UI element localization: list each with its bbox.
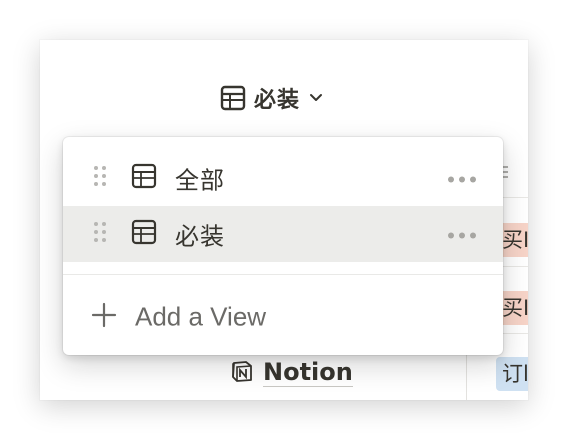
table-icon <box>220 85 246 111</box>
drag-handle-icon[interactable] <box>93 220 107 248</box>
add-view-button[interactable]: Add a View <box>63 289 503 345</box>
menu-item-view-required[interactable]: 必装 <box>63 206 503 262</box>
view-name: 必装 <box>175 222 225 251</box>
notion-link-text: Notion <box>263 358 353 387</box>
plus-icon <box>91 302 117 332</box>
notion-logo-icon <box>230 359 254 387</box>
current-view-label: 必装 <box>254 88 301 113</box>
menu-divider <box>63 274 503 275</box>
drag-handle-icon[interactable] <box>93 164 107 192</box>
table-icon <box>131 163 157 193</box>
more-horizontal-icon[interactable] <box>447 225 477 244</box>
view-name: 全部 <box>175 166 225 195</box>
status-tag: 订l <box>496 357 528 391</box>
view-switcher[interactable]: 必装 <box>220 83 324 113</box>
table-icon <box>131 219 157 249</box>
more-horizontal-icon[interactable] <box>447 169 477 188</box>
menu-item-view-all[interactable]: 全部 <box>63 150 503 206</box>
notion-page-link[interactable]: Notion <box>230 358 353 387</box>
chevron-down-icon <box>308 90 324 106</box>
add-view-label: Add a View <box>135 301 267 332</box>
view-dropdown-menu: 全部 必装 Add a View <box>63 137 503 355</box>
screenshot-stage: 必装 买I 买I 订l Notion 全部 必装 Add a View <box>0 0 568 440</box>
